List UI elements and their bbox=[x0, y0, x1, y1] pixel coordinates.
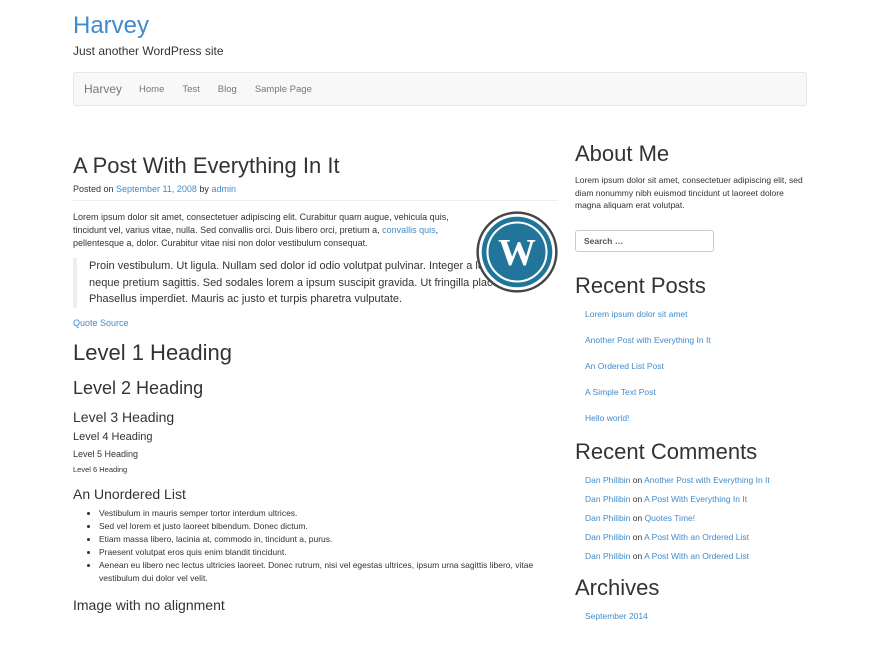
comment-author-link[interactable]: Dan Philibin bbox=[585, 551, 630, 561]
comment-author-link[interactable]: Dan Philibin bbox=[585, 532, 630, 542]
heading-level-4: Level 4 Heading bbox=[73, 430, 153, 443]
meta-posted-on: Posted on bbox=[73, 184, 117, 194]
quote-source-link[interactable]: Quote Source bbox=[73, 318, 558, 328]
list-item: Dan Philibin on Quotes Time! bbox=[585, 512, 807, 524]
navbar-brand[interactable]: Harvey bbox=[84, 82, 122, 96]
wordpress-logo-icon: W bbox=[476, 211, 558, 293]
comment-author-link[interactable]: Dan Philibin bbox=[585, 513, 630, 523]
list-item: Aenean eu libero nec lectus ultricies la… bbox=[99, 559, 558, 585]
comment-on-text: on bbox=[630, 551, 645, 562]
recent-post-link[interactable]: Another Post with Everything In It bbox=[585, 335, 711, 345]
about-me-text: Lorem ipsum dolor sit amet, consectetuer… bbox=[575, 175, 803, 210]
intro-inline-link[interactable]: convallis quis bbox=[382, 225, 436, 235]
list-item: Etiam massa libero, lacinia at, commodo … bbox=[99, 533, 558, 546]
comment-author-link[interactable]: Dan Philibin bbox=[585, 494, 630, 504]
heading-level-6: Level 6 Heading bbox=[73, 464, 128, 474]
heading-level-2: Level 2 Heading bbox=[73, 377, 204, 398]
recent-posts-title: Recent Posts bbox=[575, 272, 706, 298]
post-author-link[interactable]: admin bbox=[211, 184, 236, 194]
archive-link[interactable]: September 2014 bbox=[585, 611, 648, 621]
list-item: An Ordered List Post bbox=[585, 360, 807, 372]
comment-on-text: on bbox=[630, 493, 645, 504]
post-intro: W Lorem ipsum dolor sit amet, consectetu… bbox=[73, 211, 558, 308]
comment-on-text: on bbox=[630, 512, 645, 523]
list-item: Lorem ipsum dolor sit amet bbox=[585, 308, 807, 320]
list-item: Praesent volutpat eros quis enim blandit… bbox=[99, 546, 558, 559]
post-content: A Post With Everything In It Posted on S… bbox=[73, 150, 558, 615]
list-item: Dan Philibin on A Post With an Ordered L… bbox=[585, 550, 807, 562]
search-input[interactable]: Search … bbox=[575, 229, 714, 252]
svg-text:W: W bbox=[498, 232, 536, 274]
post-meta: Posted on September 11, 2008 by admin bbox=[73, 184, 558, 201]
comment-post-link[interactable]: A Post With Everything In It bbox=[644, 494, 747, 504]
post-title: A Post With Everything In It bbox=[73, 153, 340, 178]
post-date-link[interactable]: September 11, 2008 bbox=[116, 184, 197, 194]
list-item: September 2014 bbox=[585, 610, 807, 622]
heading-level-3: Level 3 Heading bbox=[73, 408, 175, 425]
list-item: Another Post with Everything In It bbox=[585, 334, 807, 346]
site-title[interactable]: Harvey bbox=[73, 12, 224, 40]
list-item: A Simple Text Post bbox=[585, 386, 807, 398]
about-me-title: About Me bbox=[575, 141, 670, 166]
unordered-list: Vestibulum in mauris semper tortor inter… bbox=[73, 507, 558, 585]
site-header: Harvey Just another WordPress site bbox=[73, 12, 224, 58]
recent-post-link[interactable]: A Simple Text Post bbox=[585, 387, 656, 397]
list-item: Vestibulum in mauris semper tortor inter… bbox=[99, 507, 558, 520]
recent-post-link[interactable]: Lorem ipsum dolor sit amet bbox=[585, 309, 688, 319]
recent-comments-title: Recent Comments bbox=[575, 438, 758, 464]
recent-comments-list: Dan Philibin on Another Post with Everyt… bbox=[575, 474, 807, 563]
nav-item-blog[interactable]: Blog bbox=[218, 84, 237, 95]
list-item: Dan Philibin on A Post With an Ordered L… bbox=[585, 531, 807, 543]
unordered-list-title: An Unordered List bbox=[73, 485, 186, 502]
archives-list: September 2014 bbox=[575, 610, 807, 622]
nav-item-test[interactable]: Test bbox=[182, 84, 199, 95]
site-description: Just another WordPress site bbox=[73, 44, 224, 58]
comment-author-link[interactable]: Dan Philibin bbox=[585, 475, 630, 485]
comment-post-link[interactable]: Quotes Time! bbox=[645, 513, 696, 523]
sidebar: About Me Lorem ipsum dolor sit amet, con… bbox=[575, 140, 807, 622]
archives-title: Archives bbox=[575, 575, 660, 601]
image-no-alignment-title: Image with no alignment bbox=[73, 596, 225, 613]
nav-item-home[interactable]: Home bbox=[139, 84, 164, 95]
list-item: Dan Philibin on Another Post with Everyt… bbox=[585, 474, 807, 486]
list-item: Hello world! bbox=[585, 412, 807, 424]
nav-item-sample-page[interactable]: Sample Page bbox=[255, 84, 312, 95]
list-item: Dan Philibin on A Post With Everything I… bbox=[585, 493, 807, 505]
recent-post-link[interactable]: An Ordered List Post bbox=[585, 361, 664, 371]
recent-post-link[interactable]: Hello world! bbox=[585, 413, 629, 423]
meta-by: by bbox=[196, 184, 212, 194]
navbar: Harvey Home Test Blog Sample Page bbox=[73, 72, 807, 106]
comment-post-link[interactable]: A Post With an Ordered List bbox=[644, 551, 749, 561]
heading-level-5: Level 5 Heading bbox=[73, 448, 139, 459]
comment-post-link[interactable]: Another Post with Everything In It bbox=[644, 475, 770, 485]
heading-level-1: Level 1 Heading bbox=[73, 339, 233, 365]
list-item: Sed vel lorem et justo laoreet bibendum.… bbox=[99, 520, 558, 533]
comment-post-link[interactable]: A Post With an Ordered List bbox=[644, 532, 749, 542]
recent-posts-list: Lorem ipsum dolor sit amet Another Post … bbox=[575, 308, 807, 424]
comment-on-text: on bbox=[630, 532, 645, 543]
comment-on-text: on bbox=[630, 474, 645, 485]
